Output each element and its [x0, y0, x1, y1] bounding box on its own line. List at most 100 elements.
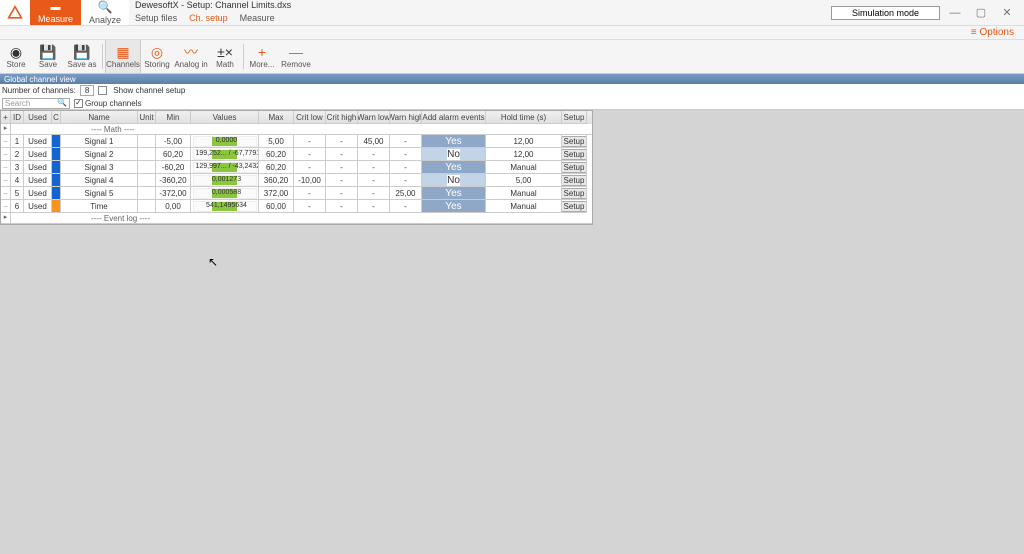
cell-crit-high[interactable]: - [326, 187, 358, 200]
minimize-button[interactable]: — [944, 3, 966, 23]
col-name[interactable]: Name [61, 111, 138, 124]
cell-alarm[interactable]: Yes [422, 187, 486, 200]
ch-setup-link[interactable]: Ch. setup [189, 13, 228, 23]
col-max[interactable]: Max [259, 111, 294, 124]
cell-crit-high[interactable]: - [326, 174, 358, 187]
table-row[interactable]: –2UsedSignal 260,20199,252... / -67,7791… [1, 148, 592, 161]
cell-used[interactable]: Used [24, 135, 52, 148]
cell-name[interactable]: Signal 1 [61, 135, 138, 148]
cell-setup[interactable]: Setup [562, 148, 587, 161]
cell-color[interactable] [52, 200, 61, 213]
cell-setup[interactable]: Setup [562, 135, 587, 148]
cell-setup[interactable]: Setup [562, 174, 587, 187]
cell-warn-high[interactable]: 25,00 [390, 187, 422, 200]
cell-hold[interactable]: 5,00 [486, 174, 562, 187]
col-unit[interactable]: Unit [138, 111, 156, 124]
group-math[interactable]: ▸ ---- Math ---- [1, 124, 592, 135]
col-expand[interactable]: + [1, 111, 11, 124]
cell-hold[interactable]: 12,00 [486, 135, 562, 148]
col-setup[interactable]: Setup [562, 111, 587, 124]
cell-max[interactable]: 60,20 [259, 148, 294, 161]
cell-min[interactable]: -60,20 [156, 161, 191, 174]
cell-unit[interactable] [138, 161, 156, 174]
channels-button[interactable]: ▦Channels [105, 40, 141, 73]
cell-alarm[interactable]: Yes [422, 135, 486, 148]
cell-color[interactable] [52, 174, 61, 187]
col-alarm[interactable]: Add alarm events [422, 111, 486, 124]
cell-used[interactable]: Used [24, 174, 52, 187]
col-warn-high[interactable]: Warn high [390, 111, 422, 124]
cell-unit[interactable] [138, 135, 156, 148]
collapse-icon[interactable]: ▸ [1, 124, 11, 135]
cell-min[interactable]: 60,20 [156, 148, 191, 161]
close-button[interactable]: ✕ [996, 3, 1018, 23]
cell-unit[interactable] [138, 187, 156, 200]
cell-crit-high[interactable]: - [326, 200, 358, 213]
cell-crit-high[interactable]: - [326, 161, 358, 174]
cell-hold[interactable]: 12,00 [486, 148, 562, 161]
cell-warn-high[interactable]: - [390, 174, 422, 187]
cell-crit-low[interactable]: - [294, 187, 326, 200]
cell-alarm[interactable]: Yes [422, 161, 486, 174]
cell-setup[interactable]: Setup [562, 200, 587, 213]
cell-color[interactable] [52, 135, 61, 148]
col-hold[interactable]: Hold time (s) [486, 111, 562, 124]
show-channel-setup-checkbox[interactable] [98, 86, 107, 95]
table-row[interactable]: –4UsedSignal 4-360,200,001273360,20-10,0… [1, 174, 592, 187]
cell-used[interactable]: Used [24, 161, 52, 174]
storing-button[interactable]: ◎Storing [141, 40, 173, 73]
table-row[interactable]: –6UsedTime0,00541,149563460,00----YesMan… [1, 200, 592, 213]
cell-name[interactable]: Signal 3 [61, 161, 138, 174]
table-row[interactable]: –3UsedSignal 3-60,20129,997... / -43,243… [1, 161, 592, 174]
cell-crit-low[interactable]: - [294, 135, 326, 148]
cell-used[interactable]: Used [24, 187, 52, 200]
cell-alarm[interactable]: No [422, 174, 486, 187]
cell-setup[interactable]: Setup [562, 161, 587, 174]
measure-link[interactable]: Measure [240, 13, 275, 23]
row-handle[interactable]: – [1, 187, 11, 200]
math-button[interactable]: ±×Math [209, 40, 241, 73]
maximize-button[interactable]: ▢ [970, 3, 992, 23]
more-button[interactable]: +More... [246, 40, 278, 73]
cell-max[interactable]: 360,20 [259, 174, 294, 187]
cell-crit-low[interactable]: - [294, 148, 326, 161]
cell-unit[interactable] [138, 200, 156, 213]
row-handle[interactable]: – [1, 148, 11, 161]
cell-alarm[interactable]: Yes [422, 200, 486, 213]
cell-warn-high[interactable]: - [390, 200, 422, 213]
col-min[interactable]: Min [156, 111, 191, 124]
cell-warn-high[interactable]: - [390, 148, 422, 161]
cell-color[interactable] [52, 148, 61, 161]
measure-tab[interactable]: ▬ Measure [30, 0, 81, 25]
row-handle[interactable]: – [1, 161, 11, 174]
cell-alarm[interactable]: No [422, 148, 486, 161]
collapse-icon[interactable]: ▸ [1, 213, 11, 224]
cell-max[interactable]: 372,00 [259, 187, 294, 200]
save-as-button[interactable]: 💾Save as [64, 40, 100, 73]
cell-setup[interactable]: Setup [562, 187, 587, 200]
cell-min[interactable]: 0,00 [156, 200, 191, 213]
table-row[interactable]: –5UsedSignal 5-372,000,000588372,00---25… [1, 187, 592, 200]
search-input[interactable]: Search [2, 98, 70, 109]
cell-crit-low[interactable]: - [294, 161, 326, 174]
row-handle[interactable]: – [1, 135, 11, 148]
cell-name[interactable]: Signal 2 [61, 148, 138, 161]
cell-warn-low[interactable]: 45,00 [358, 135, 390, 148]
setup-files-link[interactable]: Setup files [135, 13, 177, 23]
analyze-tab[interactable]: 🔍 Analyze [81, 0, 129, 25]
cell-name[interactable]: Signal 5 [61, 187, 138, 200]
col-crit-high[interactable]: Crit high [326, 111, 358, 124]
row-handle[interactable]: – [1, 174, 11, 187]
cell-hold[interactable]: Manual [486, 200, 562, 213]
cell-min[interactable]: -5,00 [156, 135, 191, 148]
row-handle[interactable]: – [1, 200, 11, 213]
cell-max[interactable]: 60,20 [259, 161, 294, 174]
table-row[interactable]: –1UsedSignal 1-5,000,00005,00--45,00-Yes… [1, 135, 592, 148]
store-button[interactable]: ◉Store [0, 40, 32, 73]
cell-max[interactable]: 5,00 [259, 135, 294, 148]
cell-name[interactable]: Signal 4 [61, 174, 138, 187]
options-link[interactable]: ≡Options [971, 27, 1014, 38]
col-id[interactable]: ID [11, 111, 24, 124]
cell-min[interactable]: -360,20 [156, 174, 191, 187]
cell-unit[interactable] [138, 148, 156, 161]
